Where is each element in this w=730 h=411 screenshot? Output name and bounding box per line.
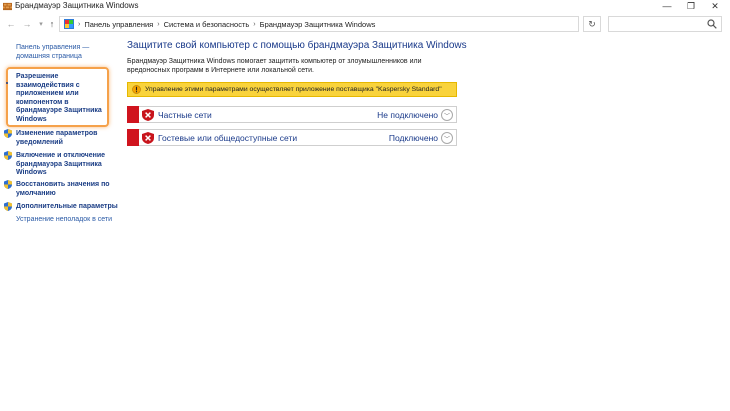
chevron-right-icon: ›: [253, 20, 256, 28]
sidebar-restore-line2: умолчанию: [16, 189, 56, 197]
sidebar-toggle-firewall-link[interactable]: Включение и отключение брандмауэра Защит…: [16, 152, 105, 178]
sidebar-toggle-line2: брандмауэра Защитника: [16, 160, 102, 168]
firewall-app-icon: [3, 2, 12, 11]
refresh-button[interactable]: ↻: [583, 16, 601, 32]
uac-shield-icon: [4, 129, 12, 138]
sidebar-toggle-line1: Включение и отключение: [16, 152, 106, 159]
control-panel-icon: [64, 19, 74, 29]
minimize-button[interactable]: —: [655, 0, 679, 12]
network-name: Гостевые или общедоступные сети: [158, 133, 298, 143]
sidebar-toggle-line3: Windows: [16, 169, 47, 177]
window-title: Брандмауэр Защитника Windows: [15, 1, 139, 10]
sidebar-advanced-settings-link[interactable]: Дополнительные параметры: [16, 203, 118, 212]
status-bar: [127, 129, 139, 146]
chevron-right-icon: ›: [157, 20, 160, 28]
chevron-down-icon[interactable]: ﹀: [441, 132, 453, 144]
sidebar-allow-app-link[interactable]: Разрешение взаимодействия с приложением …: [16, 73, 102, 125]
sidebar-allow-app-line2: взаимодействия с: [16, 81, 80, 89]
warning-text: Управление этими параметрами осуществляе…: [145, 86, 442, 93]
close-button[interactable]: ✕: [703, 0, 727, 12]
up-button[interactable]: ↑: [46, 17, 58, 30]
uac-shield-icon: [4, 180, 12, 189]
chevron-right-icon: ›: [78, 20, 81, 28]
sidebar-home-line2: домашняя страница: [16, 52, 82, 60]
sidebar-allow-app-line1: Разрешение: [16, 73, 59, 80]
sidebar-notifications-line1: Изменение параметров: [16, 130, 98, 137]
shield-x-icon: [142, 132, 154, 144]
description-line1: Брандмауэр Защитника Windows помогает за…: [127, 58, 422, 65]
sidebar-restore-line1: Восстановить значения по: [16, 181, 110, 188]
uac-shield-icon: [4, 151, 12, 160]
bullet-icon: [6, 82, 8, 84]
public-networks-row[interactable]: Гостевые или общедоступные сети Подключе…: [127, 129, 457, 146]
sidebar-allow-app-line3: приложением или: [16, 90, 79, 98]
address-bar: ← → ▾ ↑ › Панель управления › Система и …: [0, 14, 730, 34]
network-status: Подключено: [388, 133, 438, 143]
search-icon: [707, 19, 717, 29]
shield-x-icon: [142, 109, 154, 121]
breadcrumb-firewall[interactable]: Брандмауэр Защитника Windows: [260, 20, 376, 29]
description-line2: вредоносных программ в Интернете или лок…: [127, 67, 314, 74]
network-name: Частные сети: [158, 110, 212, 120]
sidebar-allow-app-line5: брандмауэре Защитника: [16, 107, 102, 115]
sidebar-allow-app-line6: Windows: [16, 115, 47, 123]
sidebar-notifications-line2: уведомлений: [16, 138, 63, 146]
uac-shield-icon: [4, 202, 12, 211]
title-bar: Брандмауэр Защитника Windows — ❐ ✕: [0, 0, 730, 13]
back-button[interactable]: ←: [5, 17, 17, 30]
address-field[interactable]: › Панель управления › Система и безопасн…: [59, 16, 633, 32]
sidebar-troubleshoot-link[interactable]: Устранение неполадок в сети: [16, 216, 112, 225]
sidebar-notifications-link[interactable]: Изменение параметров уведомлений: [16, 130, 97, 147]
maximize-button[interactable]: ❐: [679, 0, 703, 12]
sidebar-home-link[interactable]: Панель управления — домашняя страница: [16, 44, 89, 61]
private-networks-row[interactable]: Частные сети Не подключено ﹀: [127, 106, 457, 123]
forward-button[interactable]: →: [21, 17, 33, 30]
warning-icon: [132, 85, 141, 94]
network-status: Не подключено: [377, 110, 438, 120]
sidebar-restore-defaults-link[interactable]: Восстановить значения по умолчанию: [16, 181, 110, 198]
page-description: Брандмауэр Защитника Windows помогает за…: [127, 57, 427, 75]
page-title: Защитите свой компьютер с помощью брандм…: [127, 40, 467, 51]
breadcrumb-system-security[interactable]: Система и безопасность: [164, 20, 250, 29]
left-navigation: Панель управления — домашняя страница Ра…: [0, 36, 120, 411]
search-input[interactable]: [608, 16, 722, 32]
vendor-warning-banner: Управление этими параметрами осуществляе…: [127, 82, 457, 97]
breadcrumb-control-panel[interactable]: Панель управления: [84, 20, 153, 29]
status-bar: [127, 106, 139, 123]
sidebar-home-line1: Панель управления —: [16, 44, 90, 51]
chevron-down-icon[interactable]: ﹀: [441, 109, 453, 121]
